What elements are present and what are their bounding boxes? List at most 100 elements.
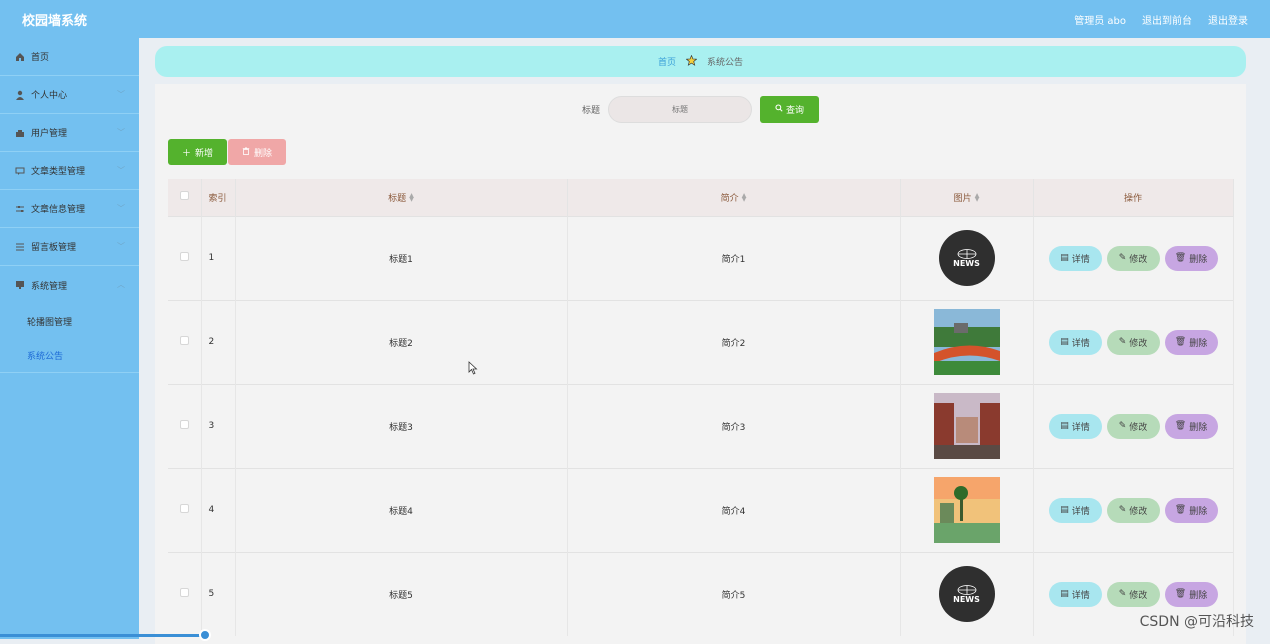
delete-button[interactable]: 🗑 删除 <box>1164 329 1218 355</box>
row-image-cell <box>900 384 1034 468</box>
sidebar-item-label: 文章信息管理 <box>31 205 86 215</box>
row-intro: 简介1 <box>567 216 901 300</box>
sidebar-item-home[interactable]: 首页 <box>0 38 139 76</box>
breadcrumb-home[interactable]: 首页 <box>658 55 676 68</box>
row-intro: 简介5 <box>567 552 901 636</box>
sidebar-item-label: 文章类型管理 <box>31 167 86 177</box>
row-index: 4 <box>201 468 236 552</box>
sort-icon[interactable]: ▲ ▼ <box>409 193 414 203</box>
row-checkbox[interactable] <box>179 336 189 345</box>
delete-label: 删除 <box>1189 338 1208 349</box>
table-header-row: 索引 标题 ▲ ▼ 简介 ▲ ▼ 图片 ▲ ▼ 操作 <box>168 179 1234 216</box>
table-row: 3 标题3 简介3 ▤ 详情 ✎ 修改 🗑 删除 <box>168 384 1234 468</box>
detail-label: 详情 <box>1071 506 1090 517</box>
sidebar-item-message-board[interactable]: 留言板管理 ﹀ <box>0 228 139 266</box>
batch-delete-label: 删除 <box>253 148 272 159</box>
chevron-down-icon: ﹀ <box>117 166 125 175</box>
home-icon <box>14 51 26 63</box>
batch-delete-button[interactable]: 删除 <box>228 139 286 165</box>
detail-button[interactable]: ▤ 详情 <box>1048 413 1102 439</box>
delete-button[interactable]: 🗑 删除 <box>1164 245 1218 271</box>
sidebar-item-article-info[interactable]: 文章信息管理 ﹀ <box>0 190 139 228</box>
add-button[interactable]: ＋ 新增 <box>168 139 227 165</box>
plus-icon: ＋ <box>181 148 191 159</box>
table-row: 2 标题2 简介2 ▤ 详情 ✎ 修改 🗑 删除 <box>168 300 1234 384</box>
delete-button[interactable]: 🗑 删除 <box>1164 413 1218 439</box>
row-actions-cell: ▤ 详情 ✎ 修改 🗑 删除 <box>1033 300 1234 384</box>
detail-button[interactable]: ▤ 详情 <box>1048 245 1102 271</box>
column-header-title[interactable]: 标题 ▲ ▼ <box>235 179 568 216</box>
edit-button[interactable]: ✎ 修改 <box>1106 329 1160 355</box>
scrollbar-thumb[interactable] <box>199 629 211 641</box>
admin-user-label[interactable]: 管理员 abo <box>1074 12 1126 27</box>
edit-button[interactable]: ✎ 修改 <box>1106 581 1160 607</box>
edit-label: 修改 <box>1129 590 1148 601</box>
detail-button[interactable]: ▤ 详情 <box>1048 497 1102 523</box>
search-bar: 标题 查询 <box>155 96 1246 123</box>
campus-building-photo <box>933 393 1000 459</box>
sidebar: 首页 个人中心 ﹀ 用户管理 ﹀ 文章类型管理 ﹀ 文章信息管理 ﹀ 留言板管理… <box>0 38 139 639</box>
sidebar-item-personal-center[interactable]: 个人中心 ﹀ <box>0 76 139 114</box>
sidebar-item-system-management[interactable]: 系统管理 ︿ <box>0 266 139 304</box>
pencil-icon: ✎ <box>1118 505 1127 515</box>
top-actions: 管理员 abo 退出到前台 退出登录 <box>1074 12 1248 27</box>
edit-button[interactable]: ✎ 修改 <box>1106 245 1160 271</box>
row-intro: 简介3 <box>567 384 901 468</box>
trash-icon <box>242 146 250 158</box>
trash-icon: 🗑 <box>1174 421 1187 431</box>
row-checkbox[interactable] <box>179 420 189 429</box>
delete-button[interactable]: 🗑 删除 <box>1164 581 1218 607</box>
sidebar-item-article-type[interactable]: 文章类型管理 ﹀ <box>0 152 139 190</box>
horizontal-scrollbar[interactable] <box>0 634 206 637</box>
delete-label: 删除 <box>1189 422 1208 433</box>
row-checkbox[interactable] <box>179 252 189 261</box>
add-button-label: 新增 <box>195 148 214 159</box>
sidebar-item-label: 个人中心 <box>31 91 68 101</box>
table-row: 5 标题5 简介5 NEWS ▤ 详情 ✎ 修改 🗑 删除 <box>168 552 1234 636</box>
edit-button[interactable]: ✎ 修改 <box>1106 413 1160 439</box>
main-content: 首页 系统公告 标题 查询 ＋ 新增 删除 <box>139 38 1270 644</box>
row-actions-cell: ▤ 详情 ✎ 修改 🗑 删除 <box>1033 384 1234 468</box>
row-select-cell <box>168 300 202 384</box>
star-icon <box>685 54 698 69</box>
detail-button[interactable]: ▤ 详情 <box>1048 581 1102 607</box>
sort-icon[interactable]: ▲ ▼ <box>975 193 980 203</box>
row-title: 标题1 <box>235 216 568 300</box>
breadcrumb-current: 系统公告 <box>707 58 744 68</box>
row-intro: 简介2 <box>567 300 901 384</box>
column-header-index: 索引 <box>201 179 236 216</box>
top-bar: 校园墙系统 管理员 abo 退出到前台 退出登录 <box>0 0 1270 38</box>
sidebar-subitem-announcement[interactable]: 系统公告 <box>0 338 139 372</box>
sidebar-subitem-carousel[interactable]: 轮播图管理 <box>0 304 139 338</box>
detail-label: 详情 <box>1071 422 1090 433</box>
logout-link[interactable]: 退出登录 <box>1208 12 1248 27</box>
search-input[interactable] <box>608 96 752 123</box>
campus-track-photo <box>933 309 1000 375</box>
column-header-image[interactable]: 图片 ▲ ▼ <box>900 179 1034 216</box>
sidebar-item-label: 首页 <box>31 53 50 63</box>
row-checkbox[interactable] <box>179 504 189 513</box>
trash-icon: 🗑 <box>1174 505 1187 515</box>
row-select-cell <box>168 384 202 468</box>
row-image-cell: NEWS <box>900 552 1034 636</box>
chevron-up-icon: ︿ <box>117 280 125 289</box>
select-all-checkbox[interactable] <box>179 191 189 201</box>
edit-label: 修改 <box>1129 506 1148 517</box>
row-select-cell <box>168 552 202 636</box>
delete-button[interactable]: 🗑 删除 <box>1164 497 1218 523</box>
document-icon: ▤ <box>1060 589 1069 600</box>
edit-button[interactable]: ✎ 修改 <box>1106 497 1160 523</box>
edit-label: 修改 <box>1129 338 1148 349</box>
column-title-label: 标题 <box>388 193 407 204</box>
detail-button[interactable]: ▤ 详情 <box>1048 329 1102 355</box>
edit-label: 修改 <box>1129 422 1148 433</box>
sidebar-item-user-management[interactable]: 用户管理 ﹀ <box>0 114 139 152</box>
column-header-intro[interactable]: 简介 ▲ ▼ <box>567 179 901 216</box>
back-to-frontend-link[interactable]: 退出到前台 <box>1142 12 1192 27</box>
search-button[interactable]: 查询 <box>760 96 819 123</box>
row-title: 标题5 <box>235 552 568 636</box>
row-checkbox[interactable] <box>179 588 189 598</box>
pencil-icon: ✎ <box>1118 421 1127 431</box>
sidebar-item-label: 留言板管理 <box>31 243 77 253</box>
sort-icon[interactable]: ▲ ▼ <box>742 193 747 203</box>
